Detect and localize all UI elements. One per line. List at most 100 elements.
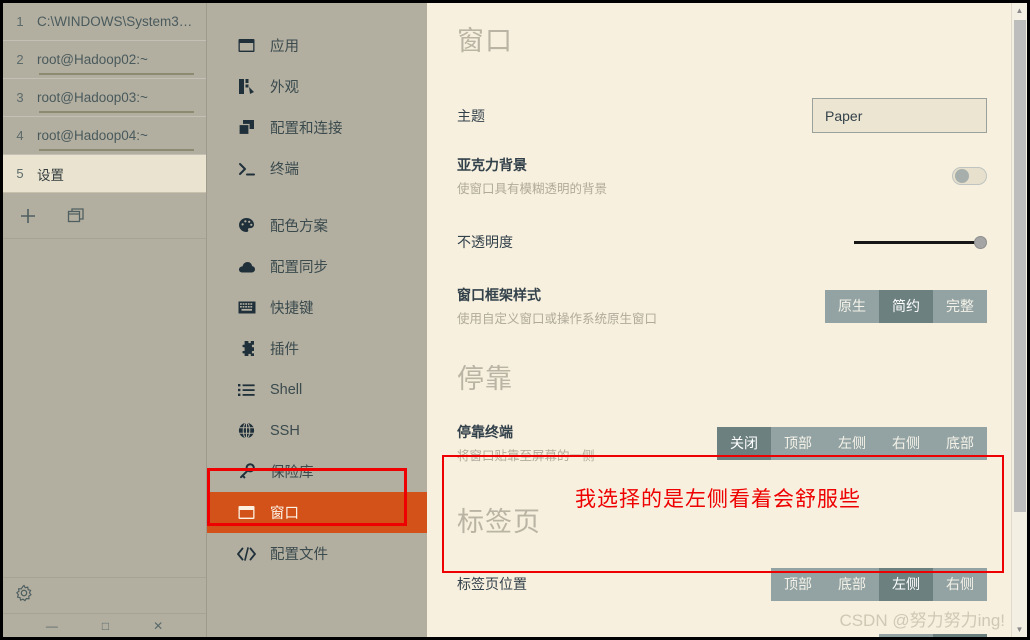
tab-item-1[interactable]: 1 C:\WINDOWS\System3…	[3, 3, 206, 41]
puzzle-piece-icon	[237, 339, 256, 358]
sidebar-item-label: 配置文件	[270, 547, 328, 563]
sidebar-item-label: 窗口	[270, 506, 299, 522]
row-acrylic-background: 亚克力背景 使窗口具有模糊透明的背景	[457, 155, 987, 197]
row-opacity-text: 不透明度	[457, 232, 513, 252]
content-scrollbar[interactable]: ▲ ▼	[1011, 3, 1027, 637]
dock-option-left[interactable]: 左侧	[825, 427, 879, 460]
scroll-down-arrow[interactable]: ▼	[1012, 622, 1027, 637]
row-label: 不透明度	[457, 234, 513, 250]
sidebar-item-terminal[interactable]: 终端	[207, 148, 427, 189]
sidebar-item-ssh[interactable]: SSH	[207, 410, 427, 451]
row-acrylic-text: 亚克力背景 使窗口具有模糊透明的背景	[457, 155, 607, 197]
sidebar-item-window[interactable]: 窗口	[207, 492, 427, 533]
theme-select[interactable]: Paper	[812, 98, 987, 133]
layers-icon	[237, 118, 256, 137]
row-theme-text: 主题	[457, 106, 485, 126]
sidebar-item-label: 快捷键	[270, 301, 314, 317]
window-icon	[237, 36, 256, 55]
sidebar-item-label: 终端	[270, 162, 299, 178]
row-label: 亚克力背景	[457, 157, 527, 173]
sidebar-item-plugins[interactable]: 插件	[207, 328, 427, 369]
tab-index: 1	[16, 14, 24, 29]
opacity-slider[interactable]	[854, 233, 987, 251]
scroll-up-arrow[interactable]: ▲	[1012, 3, 1027, 18]
tab-title: C:\WINDOWS\System3…	[37, 14, 193, 29]
tab-index: 2	[16, 52, 24, 67]
tab-item-2[interactable]: 2 root@Hadoop02:~	[3, 41, 206, 79]
row-description: 使窗口具有模糊透明的背景	[457, 182, 608, 196]
tab-width-option-dynamic[interactable]: 动态	[879, 634, 933, 638]
window-split-icon[interactable]	[65, 205, 87, 227]
frame-option-minimal[interactable]: 简约	[879, 289, 933, 323]
plus-icon[interactable]	[17, 205, 39, 227]
row-label: 标签页位置	[457, 576, 527, 592]
sidebar-item-label: 配置同步	[270, 260, 328, 276]
row-theme: 主题 Paper	[457, 98, 987, 133]
dock-option-right[interactable]: 右侧	[879, 427, 933, 460]
close-button[interactable]: ✕	[153, 619, 163, 633]
sidebar-item-color-scheme[interactable]: 配色方案	[207, 205, 427, 246]
row-label: 主题	[457, 107, 485, 124]
sidebar-item-appearance[interactable]: 外观	[207, 66, 427, 107]
dock-terminal-buttons: 关闭 顶部 左侧 右侧 底部	[717, 426, 987, 460]
tab-activity-underline	[39, 111, 194, 113]
tab-width-buttons: 动态 固定	[879, 633, 987, 638]
row-dock-terminal: 停靠终端 将窗口贴靠至屏幕的一侧 关闭 顶部 左侧 右侧 底部	[457, 422, 987, 464]
maximize-button[interactable]: □	[102, 619, 109, 633]
row-label: 停靠终端	[457, 424, 513, 440]
tab-strip-bottom-bar	[3, 577, 206, 613]
sidebar-item-label: 应用	[270, 39, 299, 55]
tab-title: root@Hadoop04:~	[37, 128, 148, 143]
tab-item-5-settings[interactable]: 5 设置	[3, 155, 206, 193]
frame-option-native[interactable]: 原生	[825, 290, 879, 323]
dock-option-top[interactable]: 顶部	[771, 427, 825, 460]
tab-position-option-bottom[interactable]: 底部	[825, 568, 879, 601]
row-tab-position-text: 标签页位置	[457, 574, 527, 594]
sidebar-item-label: SSH	[270, 422, 300, 439]
acrylic-background-toggle[interactable]	[952, 167, 987, 185]
tab-title: root@Hadoop03:~	[37, 90, 148, 105]
minimize-button[interactable]: —	[46, 619, 58, 633]
row-dock-text: 停靠终端 将窗口贴靠至屏幕的一侧	[457, 422, 595, 464]
tab-position-option-right[interactable]: 右侧	[933, 568, 987, 601]
theme-select-value: Paper	[825, 107, 863, 124]
gear-icon[interactable]	[15, 584, 33, 607]
row-tab-position: 标签页位置 顶部 底部 左侧 右侧	[457, 567, 987, 601]
sidebar-item-config-file[interactable]: 配置文件	[207, 533, 427, 574]
window-controls: — □ ✕	[3, 613, 206, 637]
tab-strip: 1 C:\WINDOWS\System3… 2 root@Hadoop02:~ …	[3, 3, 207, 637]
tab-position-option-top[interactable]: 顶部	[771, 568, 825, 601]
row-tab-width: 标签页宽度 动态 固定	[457, 633, 987, 637]
paint-roller-icon	[237, 77, 256, 96]
sidebar-item-app[interactable]: 应用	[207, 25, 427, 66]
dock-option-off[interactable]: 关闭	[717, 426, 771, 460]
window-frame-style-buttons: 原生 简约 完整	[825, 289, 987, 323]
scrollbar-thumb[interactable]	[1014, 20, 1026, 512]
sidebar-item-profiles-connections[interactable]: 配置和连接	[207, 107, 427, 148]
row-frame-text: 窗口框架样式 使用自定义窗口或操作系统原生窗口	[457, 285, 657, 327]
sidebar-item-label: 插件	[270, 342, 299, 358]
tab-position-option-left[interactable]: 左侧	[879, 567, 933, 601]
tab-item-3[interactable]: 3 root@Hadoop03:~	[3, 79, 206, 117]
palette-icon	[237, 216, 256, 235]
sidebar-item-shell[interactable]: Shell	[207, 369, 427, 410]
sidebar-item-vault[interactable]: 保险库	[207, 451, 427, 492]
sidebar-item-hotkeys[interactable]: 快捷键	[207, 287, 427, 328]
globe-icon	[237, 421, 256, 440]
settings-nav: 应用 外观 配置和连接 终端 配色方案 配置同步 快捷键 插件 Shell SS…	[207, 3, 427, 637]
tab-index: 3	[16, 90, 24, 105]
dock-option-bottom[interactable]: 底部	[933, 427, 987, 460]
tabs-section-title: 标签页	[457, 507, 541, 537]
tab-width-option-fixed[interactable]: 固定	[933, 633, 987, 637]
sidebar-item-config-sync[interactable]: 配置同步	[207, 246, 427, 287]
tab-actions-bar	[3, 193, 206, 239]
tab-item-4[interactable]: 4 root@Hadoop04:~	[3, 117, 206, 155]
row-label: 窗口框架样式	[457, 287, 541, 303]
frame-option-full[interactable]: 完整	[933, 290, 987, 323]
slider-thumb[interactable]	[974, 236, 987, 249]
tab-index: 4	[16, 128, 24, 143]
tab-list: 1 C:\WINDOWS\System3… 2 root@Hadoop02:~ …	[3, 3, 206, 193]
page-title: 窗口	[457, 26, 513, 56]
tab-title: 设置	[37, 167, 64, 183]
tab-activity-underline	[39, 73, 194, 75]
